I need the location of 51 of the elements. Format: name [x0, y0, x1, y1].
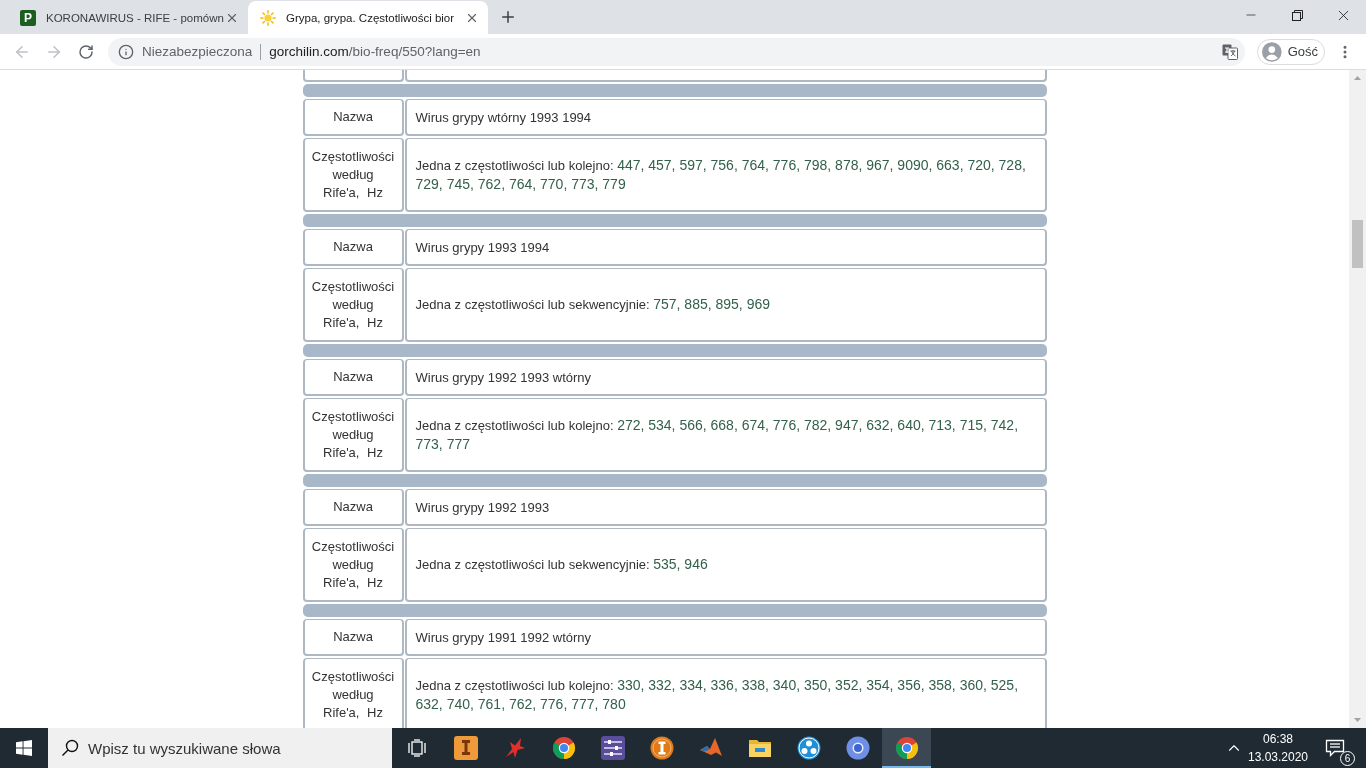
- row-label: Nazwa: [333, 628, 373, 646]
- emblem-circle-icon: [649, 736, 674, 760]
- security-chip[interactable]: Niezabezpieczona: [118, 43, 253, 60]
- scrollbar[interactable]: [1349, 70, 1366, 728]
- notification-button[interactable]: 6: [1310, 728, 1360, 768]
- virus-name: Wirus grypy wtórny 1993 1994: [415, 108, 592, 127]
- ring-circle-icon: [845, 736, 870, 760]
- avatar-icon: [1262, 41, 1282, 62]
- address-bar[interactable]: Niezabezpieczona gorchilin.com/bio-freq/550?lang=en: [108, 37, 1245, 66]
- frequency-text: Jedna z częstotliwości lub kolejno: 272, 534, 566, 668, 674, 776, 782, 947, 632, 640, 713, 715, 742, 773, 777: [415, 415, 1020, 454]
- notification-count: 6: [1340, 751, 1355, 766]
- plus-icon: [499, 8, 517, 26]
- clock-time[interactable]: 06:38: [1263, 730, 1293, 748]
- clock-date[interactable]: 13.03.2020: [1247, 748, 1309, 766]
- virus-name: Wirus grypy 1993 1994: [415, 238, 550, 257]
- frequency-text: Jedna z częstotliwości lub kolejno: 447, 457, 597, 756, 764, 776, 798, 878, 967, 9090, 663, 720, 728, 729, 745, 762, 764, 770, 773, 779: [415, 155, 1027, 194]
- row-label: Częstotliwości według Rife'a, Hz: [311, 667, 395, 722]
- info-icon: [118, 43, 134, 60]
- row-label: Nazwa: [333, 368, 373, 386]
- app-tile-icon: [453, 736, 478, 760]
- row-label: Nazwa: [333, 498, 373, 516]
- restore-icon: [1291, 9, 1303, 21]
- row-label: Częstotliwości według Rife'a, Hz: [311, 537, 395, 592]
- frequency-text: Jedna z częstotliwości lub kolejno: 330, 332, 334, 336, 338, 340, 350, 352, 354, 356, 358, 360, 525, 632, 740, 761, 762, 776, 777, 780: [415, 675, 1020, 714]
- segmented-circle-icon: [894, 736, 919, 760]
- virus-name: Wirus grypy 1992 1993 wtórny: [415, 368, 592, 387]
- browser-tab[interactable]: Grypa, grypa. Częstotliwości bior: [248, 1, 488, 34]
- row-label: Częstotliwości według Rife'a, Hz: [311, 147, 395, 202]
- browser-tab[interactable]: P KORONAWIRUS - RIFE - pomówn: [8, 1, 248, 34]
- start-icon: [16, 740, 32, 756]
- task-view-icon: [406, 739, 427, 757]
- sliders-icon: [600, 736, 625, 760]
- translate-icon[interactable]: [1222, 43, 1238, 60]
- virus-name: Wirus grypy 1991 1992 wtórny: [415, 628, 592, 647]
- search-icon: [61, 739, 79, 757]
- dots-circle-icon: [796, 736, 821, 760]
- row-label: Częstotliwości według Rife'a, Hz: [311, 277, 395, 332]
- virus-name: Wirus grypy 1992 1993: [415, 498, 550, 517]
- url-text[interactable]: gorchilin.com/bio-freq/550?lang=en: [269, 44, 481, 59]
- row-label: Nazwa: [333, 108, 373, 126]
- frequency-text: Jedna z częstotliwości lub sekwencyjnie: 535, 946: [415, 555, 708, 574]
- reload-icon: [78, 43, 94, 60]
- notification-icon: [1325, 738, 1345, 758]
- segmented-circle-icon: [551, 736, 576, 760]
- site-logo: P: [20, 9, 36, 26]
- frequency-text: Jedna z częstotliwości lub sekwencyjnie: 757, 885, 895, 969: [415, 295, 770, 314]
- row-label: Nazwa: [333, 238, 373, 256]
- scrollbar-thumb[interactable]: [1352, 220, 1363, 268]
- row-label: Częstotliwości według Rife'a, Hz: [311, 407, 395, 462]
- sun-icon: [260, 9, 276, 26]
- search-field[interactable]: Wpisz tu wyszukiwane słowa: [48, 728, 392, 768]
